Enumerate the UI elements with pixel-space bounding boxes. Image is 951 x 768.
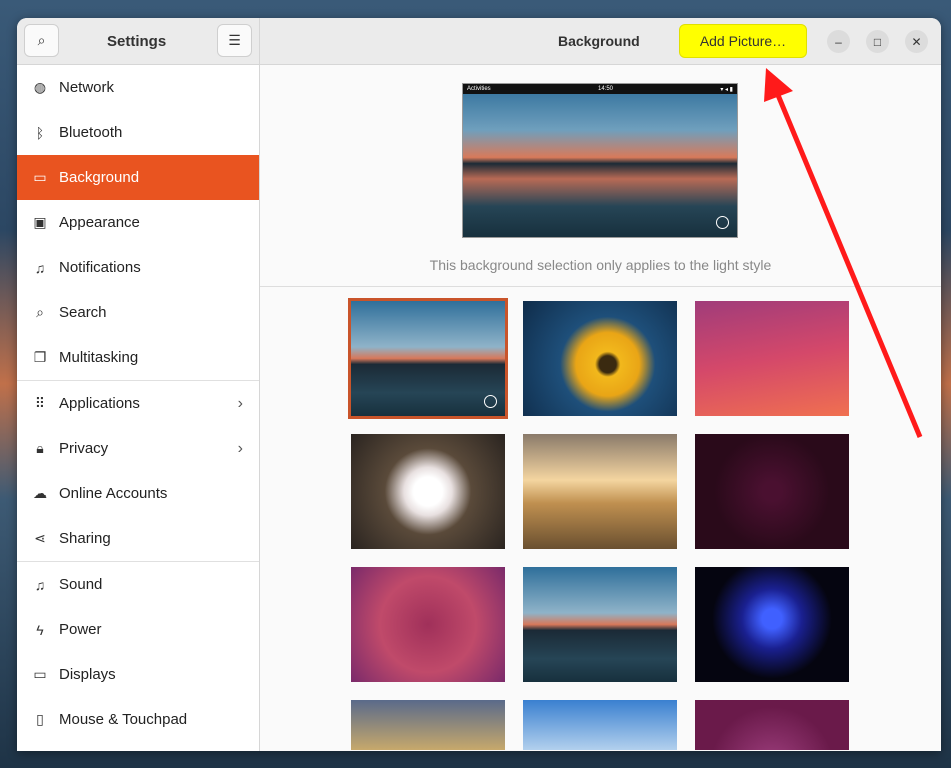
- red-arrow-annotation: [764, 68, 923, 438]
